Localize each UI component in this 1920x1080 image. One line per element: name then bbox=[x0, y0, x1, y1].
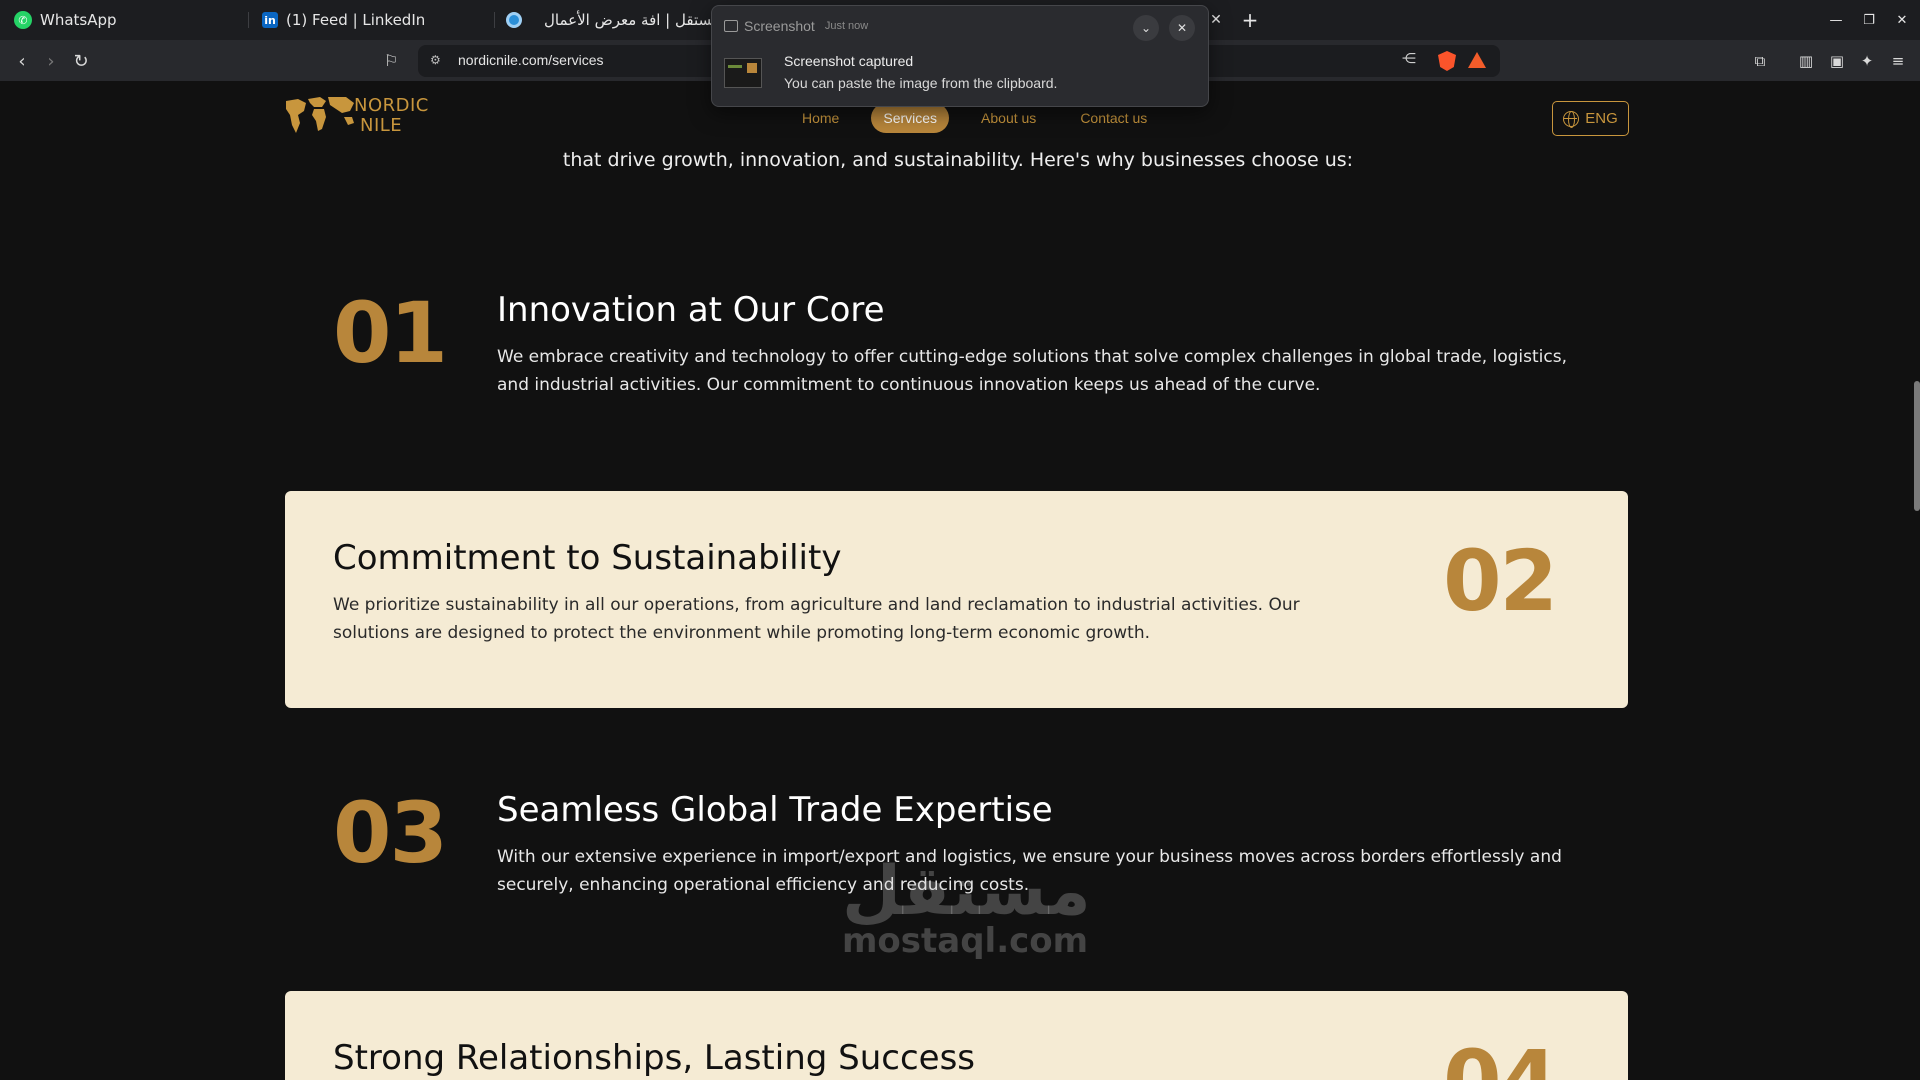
logo-line-2: NILE bbox=[360, 115, 403, 136]
menu-icon[interactable]: ≡ bbox=[1886, 49, 1910, 73]
leo-ai-icon[interactable]: ✦ bbox=[1855, 49, 1879, 73]
language-label: ENG bbox=[1585, 110, 1618, 127]
linkedin-icon: in bbox=[262, 12, 278, 28]
screenshot-app-icon bbox=[724, 20, 738, 32]
mostaql-icon bbox=[506, 12, 522, 28]
site-logo[interactable]: NORDIC NILE bbox=[284, 93, 429, 139]
minimize-icon[interactable]: — bbox=[1824, 8, 1848, 32]
globe-icon bbox=[1563, 110, 1580, 128]
feature-title: Commitment to Sustainability bbox=[333, 538, 842, 578]
notification-time: Just now bbox=[824, 20, 869, 32]
back-icon[interactable]: ‹ bbox=[9, 48, 35, 74]
main-nav: Home Services About us Contact us bbox=[790, 103, 1179, 133]
close-window-icon[interactable]: ✕ bbox=[1890, 8, 1914, 32]
brave-shields-icon[interactable] bbox=[1438, 51, 1456, 71]
feature-text: We embrace creativity and technology to … bbox=[497, 347, 1568, 395]
wallet-icon[interactable]: ▣ bbox=[1825, 49, 1849, 73]
feature-title: Seamless Global Trade Expertise bbox=[497, 790, 1053, 830]
feature-global-trade: 03 Seamless Global Trade Expertise With … bbox=[285, 781, 1628, 931]
notification-header: Screenshot Just now bbox=[724, 18, 868, 34]
tab-label: WhatsApp bbox=[40, 11, 117, 29]
screenshot-thumbnail[interactable] bbox=[724, 58, 762, 88]
whatsapp-icon: ✆ bbox=[14, 11, 32, 29]
feature-number: 04 bbox=[1443, 1039, 1558, 1080]
forward-icon[interactable]: › bbox=[38, 48, 64, 74]
page-viewport: NORDIC NILE Home Services About us Conta… bbox=[0, 81, 1920, 1080]
tab-linkedin[interactable]: in (1) Feed | LinkedIn bbox=[262, 0, 425, 40]
feature-title: Innovation at Our Core bbox=[497, 290, 885, 330]
share-icon[interactable]: ⋲ bbox=[1402, 51, 1416, 67]
feature-title: Strong Relationships, Lasting Success bbox=[333, 1038, 975, 1078]
nav-contact[interactable]: Contact us bbox=[1068, 103, 1159, 133]
feature-number: 02 bbox=[1443, 532, 1558, 630]
page-scrollbar[interactable] bbox=[1914, 381, 1920, 511]
screenshot-notification: Screenshot Just now ⌄ ✕ Screenshot captu… bbox=[711, 5, 1209, 107]
nav-services[interactable]: Services bbox=[871, 103, 950, 133]
restore-icon[interactable]: ❐ bbox=[1857, 8, 1881, 32]
notification-body: You can paste the image from the clipboa… bbox=[784, 75, 1058, 91]
tab-separator bbox=[248, 12, 249, 28]
logo-text: NORDIC NILE bbox=[354, 96, 429, 136]
chevron-down-icon[interactable]: ⌄ bbox=[1133, 15, 1159, 41]
close-icon[interactable]: ✕ bbox=[1169, 15, 1195, 41]
tab-label: مستقل | افة معرض الأعمال bbox=[544, 11, 720, 29]
nav-about[interactable]: About us bbox=[969, 103, 1048, 133]
notification-app: Screenshot bbox=[744, 18, 815, 34]
tab-mostaql[interactable]: مستقل | افة معرض الأعمال bbox=[506, 0, 720, 40]
feature-number: 01 bbox=[333, 284, 448, 382]
sidebar-icon[interactable]: ▥ bbox=[1794, 49, 1818, 73]
feature-innovation: 01 Innovation at Our Core We embrace cre… bbox=[285, 281, 1628, 431]
screenshot-icon[interactable]: ⧉ bbox=[1748, 49, 1772, 73]
new-tab-icon[interactable]: + bbox=[1238, 8, 1262, 32]
tab-separator bbox=[494, 12, 495, 28]
nav-home[interactable]: Home bbox=[790, 103, 851, 133]
logo-line-1: NORDIC bbox=[354, 95, 429, 116]
intro-line: that drive growth, innovation, and susta… bbox=[562, 149, 1354, 171]
site-info-icon[interactable]: ⚙ bbox=[430, 53, 446, 69]
feature-sustainability: Commitment to Sustainability We prioriti… bbox=[285, 491, 1628, 708]
tab-close-icon[interactable]: ✕ bbox=[1206, 10, 1226, 30]
notification-title: Screenshot captured bbox=[784, 53, 914, 69]
intro-text: that drive growth, innovation, and susta… bbox=[0, 149, 1920, 171]
feature-text: We prioritize sustainability in all our … bbox=[333, 595, 1300, 643]
feature-text: With our extensive experience in import/… bbox=[497, 847, 1562, 895]
brave-rewards-icon[interactable] bbox=[1468, 52, 1486, 68]
tab-label: (1) Feed | LinkedIn bbox=[286, 11, 426, 29]
feature-number: 03 bbox=[333, 784, 448, 882]
language-button[interactable]: ENG bbox=[1552, 101, 1629, 136]
bookmark-icon[interactable]: ⚐ bbox=[384, 51, 398, 70]
reload-icon[interactable]: ↻ bbox=[68, 48, 94, 74]
tab-whatsapp[interactable]: ✆ WhatsApp bbox=[14, 0, 117, 40]
url-text: nordicnile.com/services bbox=[458, 52, 604, 68]
feature-relationships: Strong Relationships, Lasting Success 04 bbox=[285, 991, 1628, 1080]
